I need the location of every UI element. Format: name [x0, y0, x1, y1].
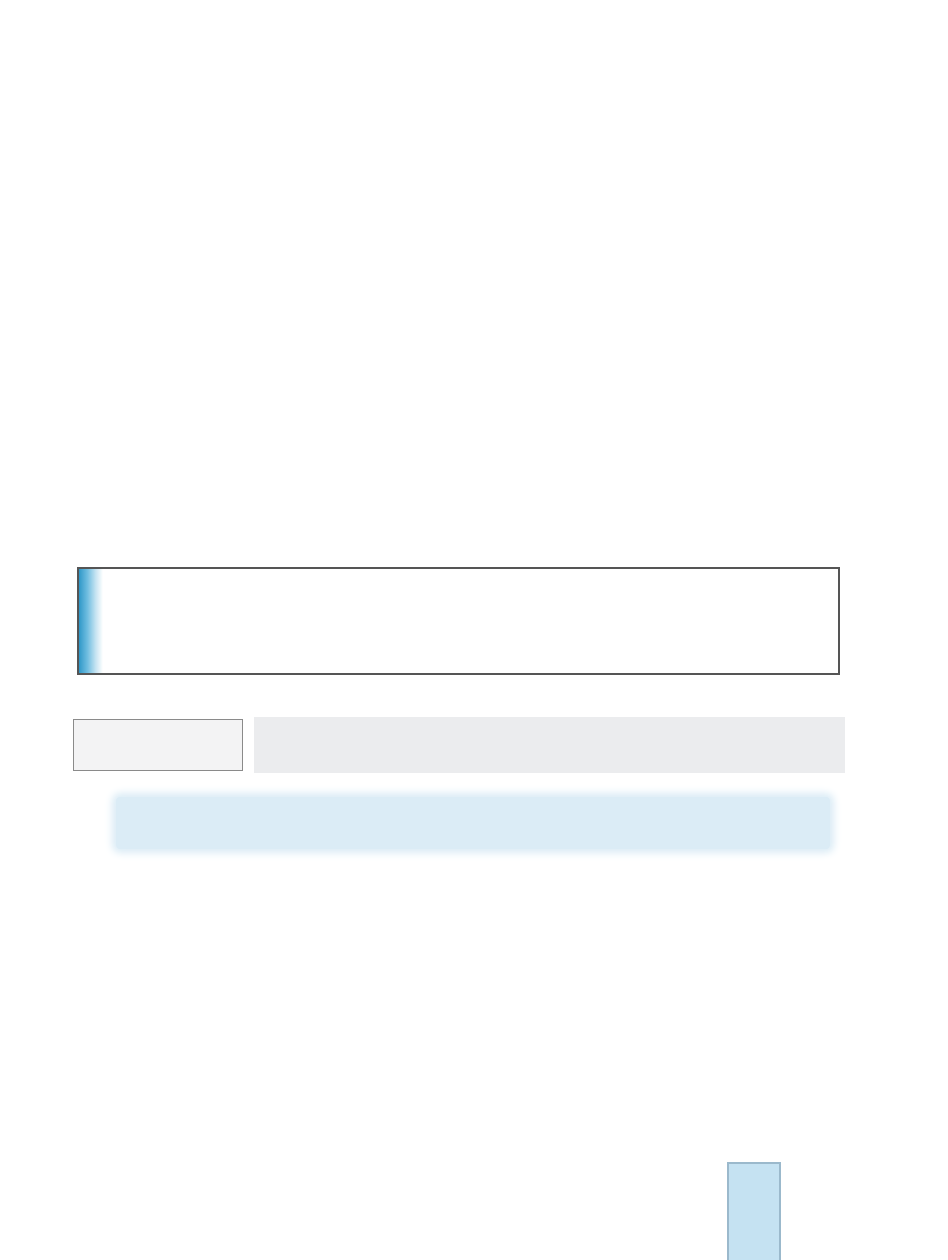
- callout-accent-bar: [79, 569, 103, 673]
- callout-box: [77, 567, 840, 675]
- section-header-band: [254, 717, 845, 773]
- page-tab: [727, 1162, 781, 1260]
- section-label-box: [73, 719, 243, 771]
- highlight-banner: [116, 797, 830, 849]
